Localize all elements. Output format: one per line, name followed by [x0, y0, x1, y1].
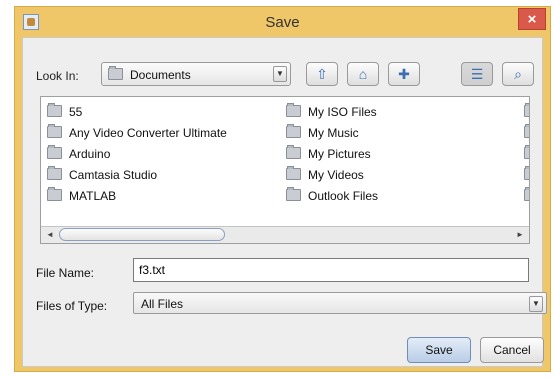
folder-icon — [524, 166, 529, 180]
cancel-button[interactable]: Cancel — [480, 337, 544, 363]
folder-icon — [286, 124, 301, 138]
dialog-title: Save — [265, 14, 300, 31]
folder-icon — [286, 145, 301, 159]
scroll-right-icon[interactable]: ► — [512, 228, 528, 242]
details-view-button[interactable]: ⌕ — [502, 62, 534, 86]
up-one-level-button[interactable]: ⇧ — [306, 62, 338, 86]
scroll-thumb[interactable] — [59, 228, 225, 241]
file-label: My Pictures — [308, 147, 371, 161]
folder-icon — [47, 124, 62, 138]
file-label: Camtasia Studio — [69, 168, 158, 182]
save-button[interactable]: Save — [407, 337, 471, 363]
folder-icon — [524, 103, 529, 117]
look-in-label: Look In: — [36, 69, 79, 83]
file-label: My ISO Files — [308, 105, 377, 119]
folder-icon — [286, 166, 301, 180]
file-name-label: File Name: — [36, 266, 95, 280]
folder-icon — [47, 103, 62, 117]
file-name-field[interactable] — [133, 258, 529, 282]
home-icon: ⌂ — [358, 66, 368, 82]
look-in-value: Documents — [130, 68, 191, 82]
folder-icon — [108, 66, 123, 80]
file-label: Outlook Files — [308, 189, 379, 203]
new-folder-icon: ✚ — [398, 66, 410, 82]
folder-icon — [524, 124, 529, 138]
list-view-button[interactable]: ☰ — [461, 62, 493, 86]
folder-icon — [286, 103, 301, 117]
file-label: MATLAB — [69, 189, 117, 203]
file-list[interactable]: 55 Any Video Converter Ultimate Arduino … — [40, 96, 530, 244]
dialog-content: Look In: Documents ▼ ⇧ ⌂ ✚ ☰ ⌕ 55 Any Vi… — [22, 37, 547, 367]
folder-icon — [524, 187, 529, 201]
folder-up-icon: ⇧ — [316, 66, 328, 82]
chevron-down-icon[interactable]: ▼ — [273, 66, 287, 82]
file-label: My Music — [308, 126, 359, 140]
folder-icon — [47, 187, 62, 201]
save-dialog: Save × Look In: Documents ▼ ⇧ ⌂ ✚ ☰ ⌕ 55 — [14, 6, 551, 372]
file-label: My Videos — [308, 168, 364, 182]
files-of-type-combo[interactable]: All Files ▼ — [133, 292, 547, 314]
horizontal-scrollbar[interactable]: ◄ ► — [41, 226, 529, 243]
file-label: Any Video Converter Ultimate — [69, 126, 227, 140]
folder-icon — [286, 187, 301, 201]
list-view-icon: ☰ — [470, 66, 484, 82]
file-label: 55 — [69, 105, 83, 119]
files-of-type-label: Files of Type: — [36, 299, 108, 313]
home-button[interactable]: ⌂ — [347, 62, 379, 86]
scroll-left-icon[interactable]: ◄ — [42, 228, 58, 242]
details-view-icon: ⌕ — [514, 66, 522, 82]
folder-icon — [47, 166, 62, 180]
files-of-type-value: All Files — [141, 297, 184, 311]
close-button[interactable]: × — [518, 8, 546, 30]
create-new-folder-button[interactable]: ✚ — [388, 62, 420, 86]
chevron-down-icon[interactable]: ▼ — [529, 296, 543, 312]
folder-icon — [47, 145, 62, 159]
file-label: Arduino — [69, 147, 111, 161]
look-in-combo[interactable]: Documents ▼ — [101, 62, 291, 86]
title-bar[interactable]: Save × — [15, 7, 550, 37]
folder-icon — [524, 145, 529, 159]
